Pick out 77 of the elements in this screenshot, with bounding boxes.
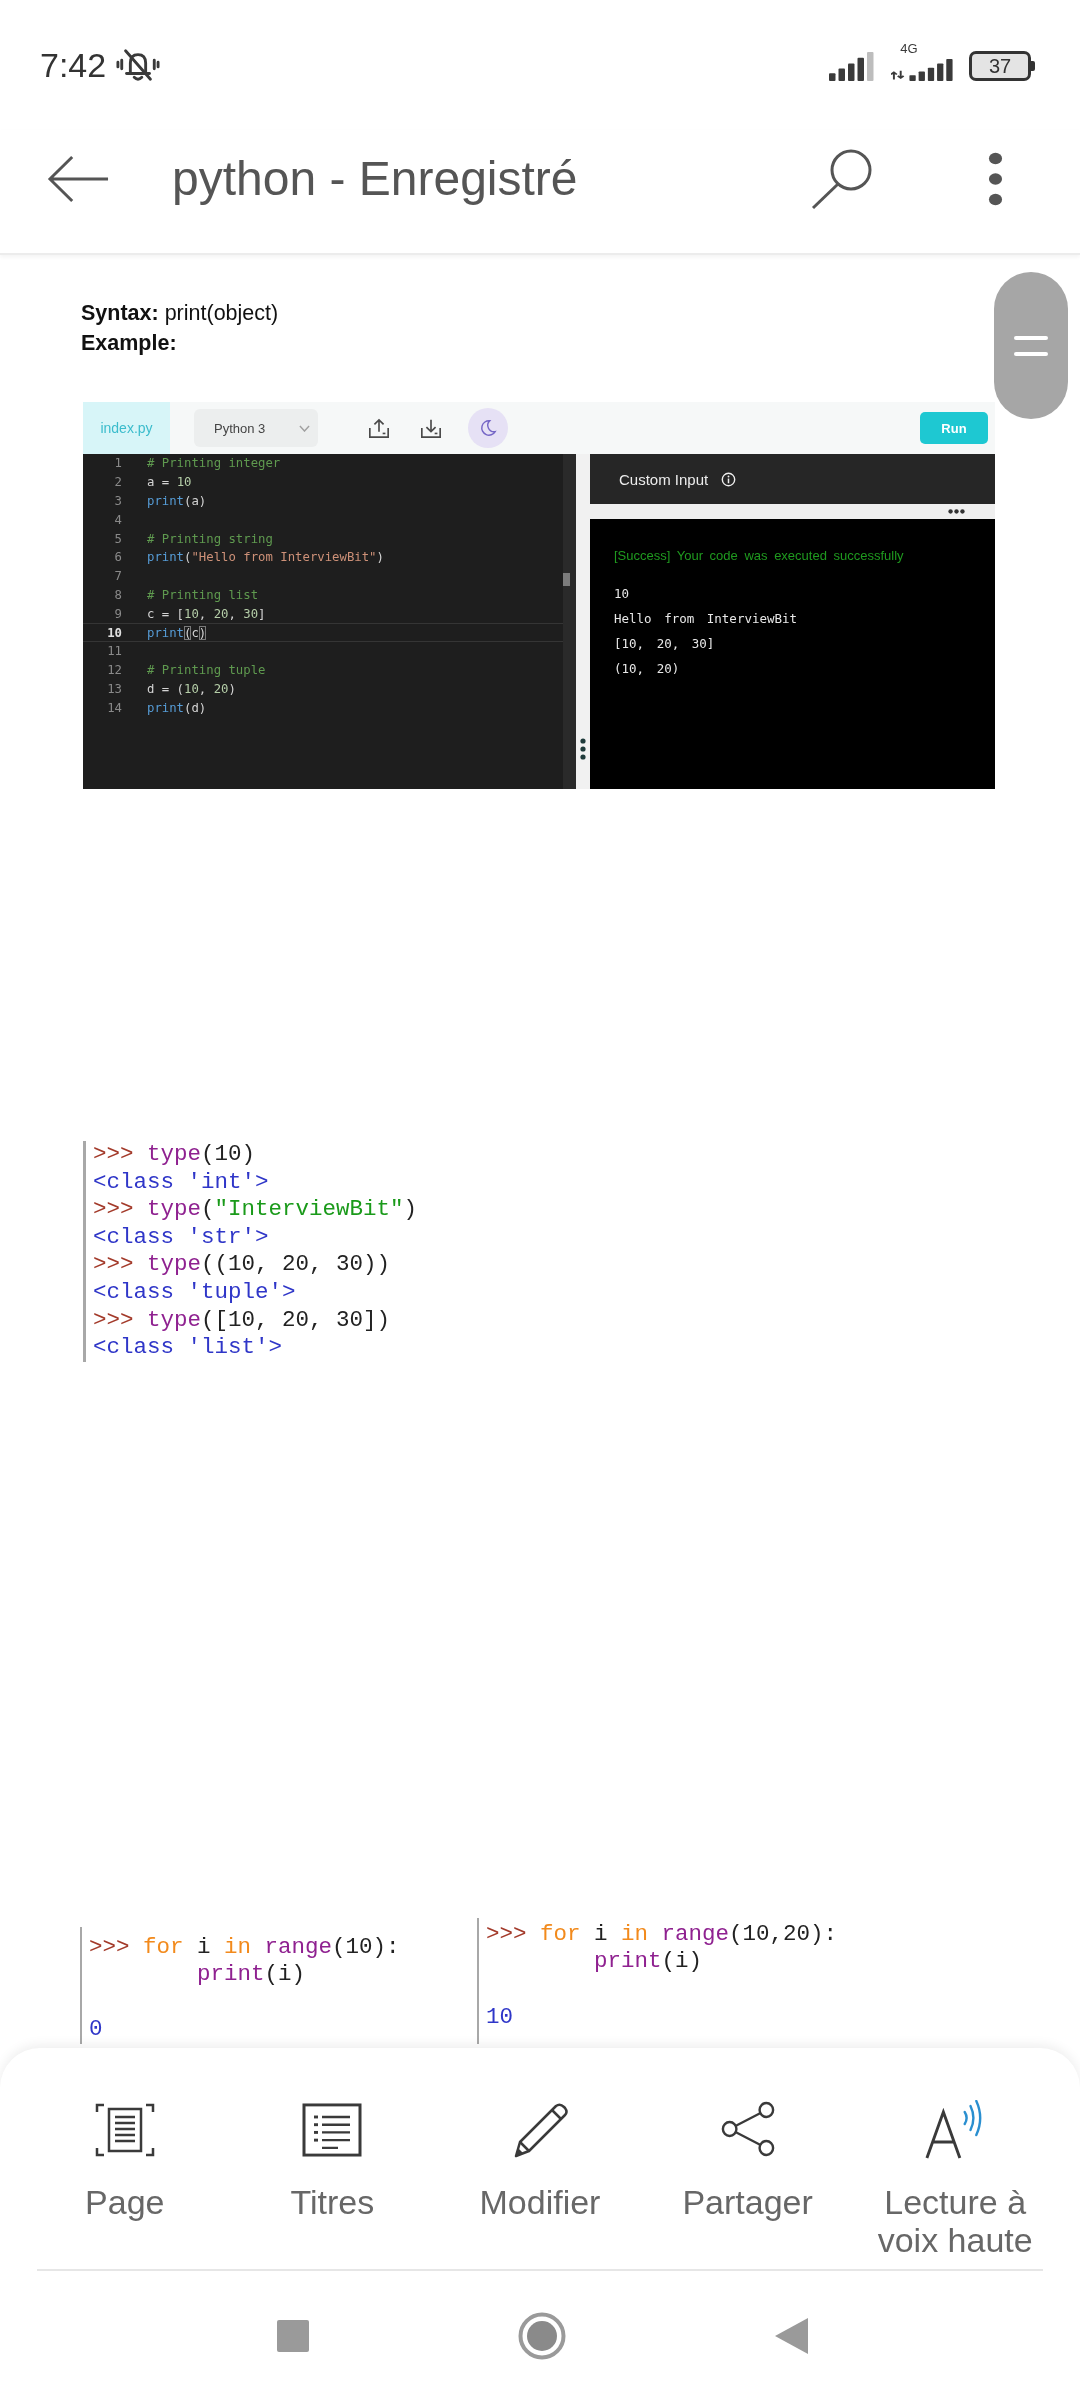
network-type: 4G [900, 42, 918, 56]
code-line: >>> type("InterviewBit") [93, 1196, 418, 1224]
battery-indicator: 37 [969, 51, 1035, 81]
custom-input-label: Custom Input [619, 470, 709, 488]
download-icon[interactable] [420, 418, 442, 438]
output-line: 10 [614, 585, 630, 603]
line-number: 5 [113, 531, 122, 546]
code-line: >>> type(10) [93, 1141, 256, 1169]
signal-icon [891, 59, 955, 81]
output-line: <class 'list'> [93, 1334, 283, 1362]
line-number: 8 [113, 587, 122, 602]
code-line: >>> for i in range(10,20): [486, 1920, 838, 1949]
output-line: (10, 20) [614, 660, 680, 678]
line-number: 9 [113, 606, 122, 621]
code-line: # Printing integer [147, 456, 281, 471]
page-button[interactable]: Page [21, 2100, 229, 2221]
share-button[interactable]: Partager [643, 2100, 852, 2221]
line-number: 4 [113, 512, 122, 527]
output-line: 10 [486, 2003, 513, 2032]
code-line: # Printing list [147, 587, 259, 602]
share-icon [719, 2100, 776, 2158]
line-number: 7 [113, 569, 122, 584]
line-number: 10 [106, 625, 122, 640]
line-number: 12 [106, 663, 122, 678]
line-number: 14 [106, 700, 122, 715]
headings-button[interactable]: Titres [228, 2100, 437, 2221]
output-line: <class 'tuple'> [93, 1278, 296, 1307]
more-icon[interactable] [948, 509, 965, 514]
moon-icon [479, 419, 497, 437]
code-line: >>> type([10, 20, 30]) [93, 1306, 391, 1335]
language-dropdown[interactable]: Python 3 [194, 409, 318, 447]
code-line: print(a) [147, 494, 207, 508]
code-line: print("Hello from InterviewBit") [147, 550, 384, 565]
signal-icon [829, 52, 877, 81]
recent-apps-icon[interactable] [276, 2319, 309, 2352]
dark-mode-button[interactable] [468, 408, 508, 448]
info-icon[interactable] [721, 471, 737, 487]
output-line: Hello from InterviewBit [614, 610, 798, 628]
document-title: python - Enregistré [172, 151, 578, 206]
line-number: 11 [106, 644, 122, 659]
output-status: [Success] Your code was executed successfully [614, 547, 904, 565]
syntax-text: Syntax: print(object) [81, 300, 279, 327]
list-icon [302, 2103, 363, 2157]
home-icon[interactable] [517, 2311, 566, 2360]
read-aloud-button[interactable]: Lecture à voix haute [851, 2100, 1059, 2259]
upload-icon[interactable] [368, 418, 390, 438]
custom-input-header[interactable]: Custom Input [590, 454, 995, 504]
code-line: c = [10, 20, 30] [147, 606, 266, 621]
line-number: 3 [113, 494, 122, 508]
line-number: 1 [113, 456, 122, 471]
more-icon[interactable] [988, 151, 1003, 206]
code-line: # Printing string [147, 531, 273, 546]
scrollbar-thumb[interactable] [563, 573, 570, 586]
output-line: <class 'int'> [93, 1168, 269, 1197]
output-line: 0 [89, 2016, 103, 2044]
code-line: >>> for i in range(10): [89, 1933, 400, 1962]
search-icon[interactable] [811, 147, 873, 210]
output-line: <class 'str'> [93, 1223, 269, 1252]
code-line: print(i) [594, 1948, 703, 1976]
example-label: Example: [81, 330, 177, 357]
back-icon[interactable] [47, 154, 109, 203]
code-line: print(c) [147, 625, 207, 640]
drag-handle-icon[interactable] [580, 738, 586, 760]
line-number: 6 [113, 550, 122, 565]
code-line: >>> type((10, 20, 30)) [93, 1251, 391, 1279]
edit-button[interactable]: Modifier [436, 2100, 644, 2221]
code-line: d = (10, 20) [147, 681, 236, 696]
line-number: 2 [113, 475, 122, 490]
muted-bell-icon [116, 47, 161, 83]
clock-time: 7:42 [40, 45, 107, 85]
code-line: print(d) [147, 700, 207, 715]
chevron-icon [299, 424, 310, 432]
code-line: # Printing tuple [147, 663, 266, 678]
output-line: [10, 20, 30] [614, 635, 715, 653]
code-line: a = 10 [147, 475, 192, 490]
line-number: 13 [106, 681, 122, 696]
code-line: print(i) [197, 1961, 306, 1989]
